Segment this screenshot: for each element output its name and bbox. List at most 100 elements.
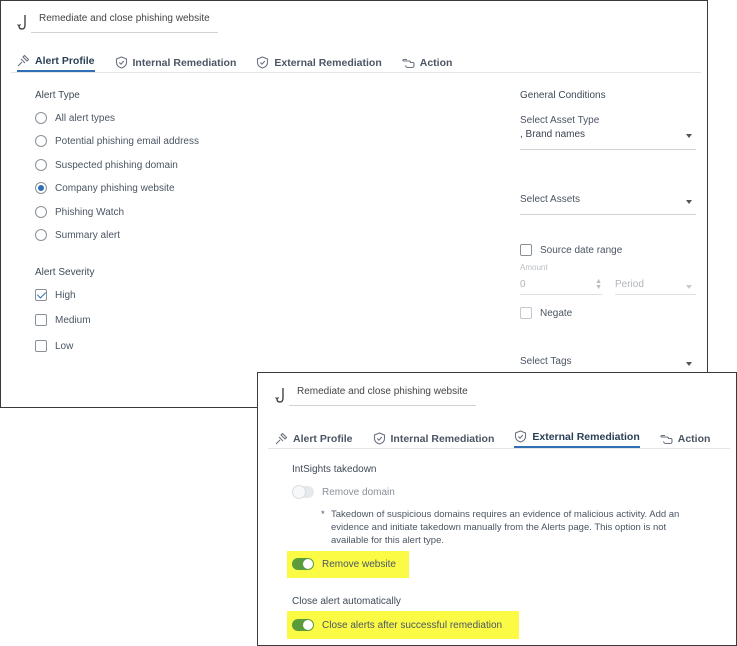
checkbox-source-date-range[interactable]: Source date range — [520, 244, 622, 256]
shield-check-icon — [115, 56, 127, 69]
external-remediation-panel: Remediate and close phishing website Ale… — [257, 372, 737, 646]
pin-icon — [17, 54, 30, 67]
radio-label: All alert types — [55, 112, 116, 124]
assets-label: Select Assets — [520, 194, 581, 205]
checkbox-box[interactable] — [35, 289, 47, 301]
alert-type-label: Alert Type — [35, 90, 80, 101]
rule-name-field[interactable]: Remediate and close phishing website — [275, 385, 476, 406]
chevron-down-icon[interactable] — [686, 134, 692, 138]
tab-bar: Alert Profile Internal Remediation Exter… — [17, 54, 472, 72]
tab-action[interactable]: Action — [660, 432, 711, 448]
tab-label: Alert Profile — [35, 54, 95, 67]
tab-external-remediation[interactable]: External Remediation — [514, 430, 640, 448]
pin-icon — [275, 432, 288, 445]
toggle-label: Remove domain — [322, 486, 395, 498]
radio-label: Company phishing website — [55, 182, 175, 194]
tab-alert-profile[interactable]: Alert Profile — [275, 432, 353, 448]
spinner-icon[interactable]: ▲ ▼ — [595, 278, 602, 291]
checkbox-box[interactable] — [35, 340, 47, 352]
rule-name-text: Remediate and close phishing website — [289, 385, 476, 406]
hand-pointer-icon — [660, 434, 673, 445]
shield-check-icon — [373, 432, 385, 445]
radio-circle[interactable] — [35, 135, 47, 147]
radio-circle[interactable] — [35, 159, 47, 171]
chevron-down-icon[interactable] — [686, 200, 692, 204]
tab-label: External Remediation — [532, 430, 640, 443]
tab-label: Action — [677, 432, 711, 445]
shield-check-icon — [515, 430, 527, 443]
asset-type-value: , Brand names — [520, 129, 586, 140]
rule-name-text: Remediate and close phishing website — [31, 12, 218, 33]
general-conditions-label: General Conditions — [520, 90, 606, 101]
radio-label: Summary alert — [55, 229, 121, 241]
takedown-note: * Takedown of suspicious domains require… — [321, 508, 697, 547]
checkbox-label: Negate — [540, 307, 573, 319]
tab-divider — [268, 448, 730, 449]
tab-label: Internal Remediation — [132, 56, 237, 69]
amount-value: 0 — [520, 279, 526, 290]
amount-label: Amount — [520, 263, 548, 272]
chevron-down-icon[interactable] — [686, 362, 692, 366]
radio-label: Potential phishing email address — [55, 135, 199, 147]
radio-potential-phishing-email[interactable]: Potential phishing email address — [35, 135, 199, 147]
hook-icon — [275, 387, 284, 403]
remove-website-toggle[interactable] — [292, 558, 314, 570]
checkbox-label: Medium — [55, 314, 91, 326]
asset-type-select[interactable]: Select Asset Type , Brand names — [520, 115, 696, 150]
intsights-takedown-label: IntSights takedown — [292, 464, 377, 475]
radio-all-alert-types[interactable]: All alert types — [35, 112, 115, 124]
radio-suspected-phishing-domain[interactable]: Suspected phishing domain — [35, 159, 178, 171]
radio-company-phishing-website[interactable]: Company phishing website — [35, 182, 175, 194]
alert-severity-label: Alert Severity — [35, 267, 95, 278]
radio-label: Suspected phishing domain — [55, 159, 178, 171]
checkbox-medium[interactable]: Medium — [35, 314, 91, 326]
close-alerts-toggle-row[interactable]: Close alerts after successful remediatio… — [292, 619, 502, 631]
checkbox-box[interactable] — [520, 244, 532, 256]
tags-label: Select Tags — [520, 356, 572, 367]
hook-icon — [17, 14, 26, 30]
tab-label: Action — [419, 56, 453, 69]
remove-website-toggle-row[interactable]: Remove website — [292, 558, 396, 570]
radio-summary-alert[interactable]: Summary alert — [35, 229, 120, 241]
checkbox-label: Low — [55, 340, 74, 352]
radio-circle[interactable] — [35, 112, 47, 124]
tab-label: External Remediation — [274, 56, 382, 69]
checkbox-high[interactable]: High — [35, 289, 76, 301]
checkbox-box[interactable] — [520, 307, 532, 319]
toggle-label: Close alerts after successful remediatio… — [322, 619, 503, 631]
tab-external-remediation[interactable]: External Remediation — [256, 56, 382, 72]
tab-internal-remediation[interactable]: Internal Remediation — [115, 56, 237, 72]
chevron-down-icon[interactable] — [686, 285, 692, 289]
tab-label: Internal Remediation — [390, 432, 495, 445]
amount-input[interactable]: 0 ▲ ▼ — [520, 278, 602, 295]
tab-internal-remediation[interactable]: Internal Remediation — [373, 432, 495, 448]
asset-type-label: Select Asset Type — [520, 115, 600, 126]
checkbox-label: High — [55, 289, 76, 301]
checkbox-low[interactable]: Low — [35, 340, 73, 352]
radio-circle[interactable] — [35, 182, 47, 194]
tab-alert-profile[interactable]: Alert Profile — [17, 54, 95, 72]
radio-circle[interactable] — [35, 206, 47, 218]
remove-domain-toggle-row[interactable]: Remove domain — [292, 485, 395, 499]
toggle-label: Remove website — [322, 558, 396, 570]
radio-circle[interactable] — [35, 229, 47, 241]
radio-phishing-watch[interactable]: Phishing Watch — [35, 206, 124, 218]
checkbox-box[interactable] — [35, 314, 47, 326]
checkbox-label: Source date range — [540, 244, 623, 256]
assets-select[interactable]: Select Assets — [520, 194, 696, 215]
tab-action[interactable]: Action — [402, 56, 453, 72]
tab-label: Alert Profile — [293, 432, 353, 445]
period-select[interactable]: Period — [615, 279, 696, 295]
tab-bar: Alert Profile Internal Remediation Exter… — [275, 430, 730, 448]
shield-check-icon — [257, 56, 269, 69]
hand-pointer-icon — [402, 58, 415, 69]
close-alerts-toggle[interactable] — [292, 619, 314, 631]
note-text: Takedown of suspicious domains requires … — [331, 509, 680, 546]
rule-name-field[interactable]: Remediate and close phishing website — [17, 12, 218, 33]
close-alert-label: Close alert automatically — [292, 596, 401, 607]
radio-label: Phishing Watch — [55, 206, 125, 218]
checkbox-negate[interactable]: Negate — [520, 307, 572, 319]
tab-divider — [11, 72, 701, 73]
remove-domain-toggle[interactable] — [292, 485, 314, 499]
alert-profile-panel: Remediate and close phishing website Ale… — [0, 0, 708, 408]
